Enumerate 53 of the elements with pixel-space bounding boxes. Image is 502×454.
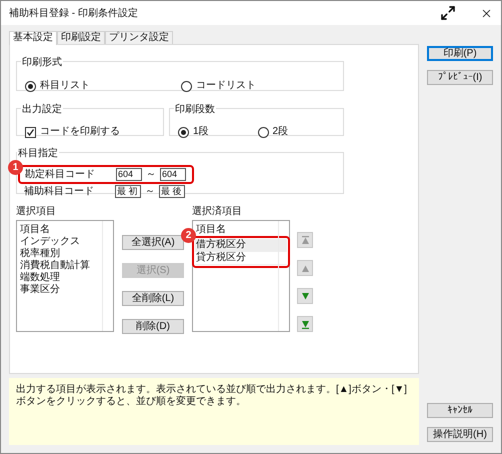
range-label: 補助科目コード — [23, 186, 95, 198]
group-title: 出力設定 — [22, 104, 62, 115]
window-title: 補助科目登録 - 印刷条件設定 — [9, 6, 139, 20]
radio-button[interactable] — [258, 126, 268, 138]
dialog-button[interactable]: ｷｬﾝｾﾙ — [427, 403, 493, 418]
range-separator: ～ — [144, 186, 156, 198]
code-field[interactable]: 最 後 — [159, 185, 185, 198]
group-title: 印刷形式 — [22, 57, 62, 68]
up-triangle-icon — [300, 264, 310, 272]
code-field[interactable]: 604 — [116, 168, 142, 181]
radio-label: 科目リスト — [40, 80, 90, 92]
radio-button[interactable] — [25, 80, 36, 92]
radio-label: 1段 — [193, 126, 209, 138]
list-item[interactable]: 借方税区分 — [195, 239, 287, 252]
order-button[interactable] — [297, 316, 313, 332]
dialog-button[interactable]: ﾌﾟﾚﾋﾞｭｰ(I) — [427, 70, 493, 85]
range-separator: ～ — [145, 168, 157, 180]
list-move-button[interactable]: 全選択(A) — [122, 235, 184, 250]
list-item[interactable]: 消費税自動計算 — [19, 260, 111, 272]
list-item[interactable]: 事業区分 — [19, 284, 111, 296]
checkbox-label: コードを印刷する — [40, 126, 120, 138]
checkbox[interactable] — [25, 126, 36, 138]
list-move-button[interactable]: 全削除(L) — [122, 291, 184, 306]
group-title: 科目指定 — [18, 148, 58, 159]
callout-badge: 1 — [8, 160, 23, 175]
list-header: 項目名 — [195, 223, 227, 236]
dialog-button[interactable]: 操作説明(H) — [427, 427, 493, 442]
up-triangle-icon — [300, 236, 310, 244]
help-text: 出力する項目が表示されます。表示されている並び順で出力されます。[▲]ボタン・[▼]ボタンをクリックすると、並び順を変更できます。 — [16, 384, 408, 408]
list-move-button[interactable]: 削除(D) — [122, 319, 184, 334]
code-field[interactable]: 604 — [160, 168, 186, 181]
tab[interactable]: プリンタ設定 — [105, 31, 173, 44]
radio-label: 2段 — [272, 126, 288, 138]
radio-label: コードリスト — [196, 80, 256, 92]
expand-icon[interactable] — [440, 5, 456, 21]
radio-button[interactable] — [178, 126, 189, 138]
list-item[interactable]: インデックス — [19, 236, 111, 248]
list-item[interactable]: 端数処理 — [19, 272, 111, 284]
list-item[interactable]: 税率種別 — [19, 248, 111, 260]
range-label: 勘定科目コード — [24, 168, 96, 180]
down-triangle-icon — [300, 292, 310, 300]
list-title: 選択項目 — [16, 206, 57, 218]
down-triangle-icon — [300, 320, 310, 328]
list-title: 選択済項目 — [192, 206, 243, 218]
group-title: 印刷段数 — [175, 104, 215, 115]
order-button[interactable] — [297, 288, 313, 304]
tab[interactable]: 基本設定 — [9, 31, 57, 45]
radio-button[interactable] — [181, 80, 192, 92]
tab[interactable]: 印刷設定 — [57, 31, 105, 44]
code-field[interactable]: 最 初 — [115, 185, 141, 198]
list-item[interactable]: 貸方税区分 — [195, 252, 287, 265]
list-header: 項目名 — [19, 223, 51, 236]
callout-badge: 2 — [181, 228, 196, 243]
